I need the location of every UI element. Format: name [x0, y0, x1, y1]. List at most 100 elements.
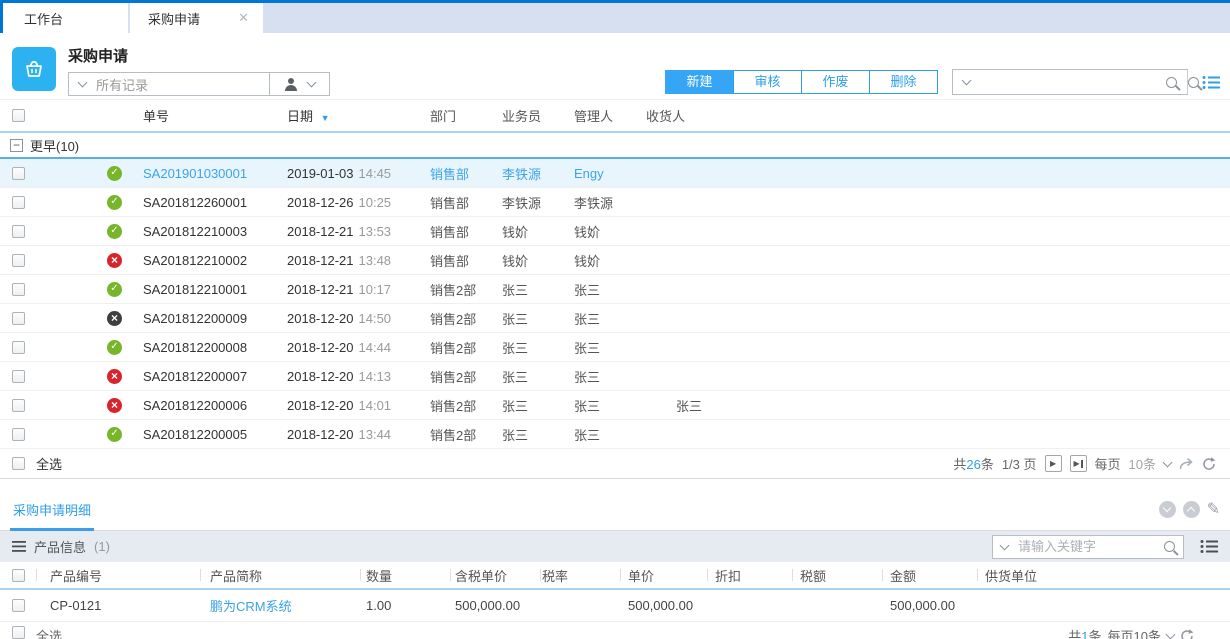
select-all-checkbox[interactable] — [12, 109, 25, 122]
cell-manager: Engy — [574, 166, 646, 181]
header-cell-unit-price[interactable]: 单价 — [620, 562, 707, 588]
detail-list-view-icon[interactable] — [1200, 539, 1218, 554]
cell-product-name[interactable]: 鹏为CRM系统 — [200, 596, 360, 615]
tab-purchase-request[interactable]: 采购申请 ✕ — [130, 3, 263, 33]
cell-status — [36, 253, 135, 268]
per-page-chevron-icon[interactable] — [1163, 457, 1173, 467]
record-filter-dropdown[interactable]: 所有记录 — [69, 73, 269, 95]
group-row-earlier[interactable]: 更早(10) — [0, 133, 1230, 159]
header-cell-tax-rate[interactable]: 税率 — [540, 562, 620, 588]
table-row[interactable]: SA2019010300012019-01-0314:45销售部李铁源Engy — [0, 159, 1230, 188]
collapse-group-icon[interactable] — [10, 139, 23, 152]
detail-search-input[interactable] — [1016, 538, 1156, 555]
action-button-group: 新建 审核 作废 删除 — [666, 70, 938, 94]
void-button[interactable]: 作废 — [801, 70, 870, 94]
table-row[interactable]: SA2018122000092018-12-2014:50销售2部张三张三 — [0, 304, 1230, 333]
row-checkbox[interactable] — [12, 399, 25, 412]
per-page-value: 10条 — [1129, 454, 1156, 473]
new-button[interactable]: 新建 — [665, 70, 734, 94]
cell-order-no[interactable]: SA201812200006 — [135, 398, 287, 413]
row-checkbox[interactable] — [12, 167, 25, 180]
row-checkbox[interactable] — [12, 196, 25, 209]
cell-salesman: 张三 — [502, 309, 574, 328]
header-cell-consignee[interactable]: 收货人 — [646, 106, 1230, 125]
time-value: 14:13 — [359, 369, 392, 384]
cell-order-no[interactable]: SA201812200009 — [135, 311, 287, 326]
header-cell-supplier[interactable]: 供货单位 — [977, 562, 1230, 588]
header-cell-quantity[interactable]: 数量 — [360, 562, 450, 588]
advanced-search-button[interactable] — [1187, 70, 1199, 94]
next-page-button[interactable]: ▶ — [1045, 455, 1062, 472]
cell-order-no[interactable]: SA201812210001 — [135, 282, 287, 297]
header-cell-salesman[interactable]: 业务员 — [502, 106, 574, 125]
table-row[interactable]: SA2018122000082018-12-2014:44销售2部张三张三 — [0, 333, 1230, 362]
collapse-panel-icon[interactable] — [1159, 501, 1176, 518]
cell-salesman: 张三 — [502, 280, 574, 299]
detail-refresh-icon[interactable] — [1180, 629, 1194, 639]
table-row[interactable]: SA2018122100022018-12-2113:48销售部钱妎钱妎 — [0, 246, 1230, 275]
edit-icon[interactable]: ✎ — [1207, 502, 1220, 518]
header-cell-product-name[interactable]: 产品简称 — [200, 562, 360, 588]
row-checkbox[interactable] — [12, 225, 25, 238]
select-all-label: 全选 — [36, 454, 62, 473]
cell-manager: 钱妎 — [574, 251, 646, 270]
header-cell-product-code[interactable]: 产品编号 — [36, 562, 200, 588]
row-checkbox[interactable] — [12, 370, 25, 383]
detail-select-all-footer-checkbox[interactable] — [12, 626, 25, 639]
cell-order-no[interactable]: SA201812200008 — [135, 340, 287, 355]
chevron-down-icon[interactable] — [1000, 540, 1010, 550]
menu-bars-icon[interactable] — [12, 541, 26, 552]
refresh-icon[interactable] — [1202, 457, 1216, 471]
last-page-button[interactable]: ▶ — [1070, 455, 1087, 472]
header-cell-tax-amount[interactable]: 税额 — [792, 562, 882, 588]
table-row[interactable]: SA2018122000072018-12-2014:13销售2部张三张三 — [0, 362, 1230, 391]
table-row[interactable]: SA2018122600012018-12-2610:25销售部李铁源李铁源 — [0, 188, 1230, 217]
cell-order-no[interactable]: SA201812200005 — [135, 427, 287, 442]
header-cell-date[interactable]: 日期 ▼ — [287, 106, 430, 125]
cell-order-no[interactable]: SA201812200007 — [135, 369, 287, 384]
expand-panel-icon[interactable] — [1183, 501, 1200, 518]
header-cell-discount[interactable]: 折扣 — [707, 562, 792, 588]
header-cell-order-no[interactable]: 单号 — [135, 106, 287, 125]
row-checkbox[interactable] — [12, 283, 25, 296]
row-checkbox[interactable] — [12, 428, 25, 441]
table-row[interactable]: SA2018122100032018-12-2113:53销售部钱妎钱妎 — [0, 217, 1230, 246]
cell-status — [36, 282, 135, 297]
header-cell-manager[interactable]: 管理人 — [574, 106, 646, 125]
cell-date: 2018-12-2110:17 — [287, 282, 430, 297]
row-checkbox[interactable] — [12, 254, 25, 267]
search-icon[interactable] — [1166, 77, 1177, 88]
close-tab-icon[interactable]: ✕ — [238, 10, 249, 26]
audit-button[interactable]: 审核 — [733, 70, 802, 94]
detail-per-page-chevron-icon[interactable] — [1166, 629, 1176, 639]
cell-order-no[interactable]: SA201812260001 — [135, 195, 287, 210]
tab-purchase-request-detail[interactable]: 采购申请明细 — [10, 500, 94, 531]
cell-order-no[interactable]: SA201901030001 — [135, 166, 287, 181]
search-icon[interactable] — [1164, 541, 1175, 552]
row-checkbox[interactable] — [12, 312, 25, 325]
header-cell-department[interactable]: 部门 — [430, 106, 502, 125]
header-cell-price-with-tax[interactable]: 含税单价 — [450, 562, 540, 588]
header-cell-amount[interactable]: 金额 — [882, 562, 977, 588]
search-input[interactable] — [978, 74, 1158, 91]
cell-salesman: 李铁源 — [502, 193, 574, 212]
owner-filter-dropdown[interactable] — [269, 73, 329, 95]
list-view-icon[interactable] — [1202, 75, 1220, 90]
cell-amount: 500,000.00 — [882, 598, 977, 613]
tab-workbench[interactable]: 工作台 — [3, 3, 128, 33]
row-checkbox[interactable] — [12, 341, 25, 354]
table-row[interactable]: SA2018122100012018-12-2110:17销售2部张三张三 — [0, 275, 1230, 304]
detail-select-all-checkbox[interactable] — [12, 569, 25, 582]
cell-department: 销售2部 — [430, 338, 502, 357]
chevron-down-icon[interactable] — [962, 76, 972, 86]
delete-button[interactable]: 删除 — [869, 70, 938, 94]
cell-order-no[interactable]: SA201812210003 — [135, 224, 287, 239]
table-row[interactable]: SA2018122000052018-12-2013:44销售2部张三张三 — [0, 420, 1230, 449]
select-all-footer-checkbox[interactable] — [12, 457, 25, 470]
cell-department: 销售部 — [430, 193, 502, 212]
table-row[interactable]: SA2018122000062018-12-2014:01销售2部张三张三张三 — [0, 391, 1230, 420]
cell-order-no[interactable]: SA201812210002 — [135, 253, 287, 268]
forward-arrow-icon[interactable] — [1179, 458, 1194, 470]
detail-table-row[interactable]: CP-0121鹏为CRM系统1.00500,000.00500,000.0050… — [0, 590, 1230, 622]
row-checkbox[interactable] — [12, 599, 25, 612]
